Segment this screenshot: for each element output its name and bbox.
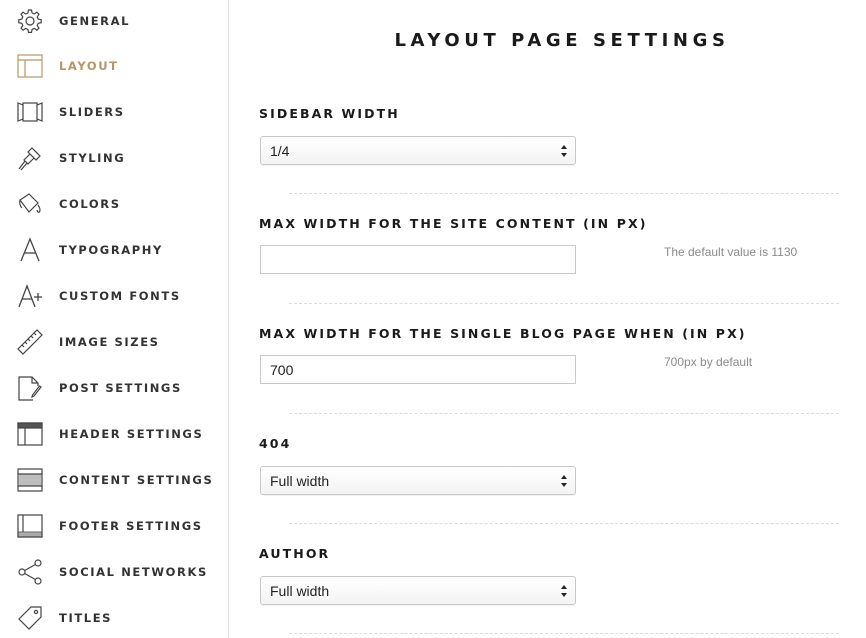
field-label: MAX WIDTH FOR THE SINGLE BLOG PAGE WHEN …: [259, 326, 747, 341]
paintbrush-icon: [16, 144, 44, 172]
divider: [289, 303, 839, 304]
divider: [289, 633, 839, 634]
sidebar-item-label: TITLES: [59, 611, 113, 625]
sidebar-item-social-networks[interactable]: SOCIAL NETWORKS: [0, 552, 228, 592]
gear-icon: [16, 7, 44, 35]
select-value: 1/4: [270, 142, 290, 159]
sidebar-item-label: SOCIAL NETWORKS: [59, 565, 208, 579]
sidebar-item-general[interactable]: GENERAL: [0, 1, 228, 41]
sidebar-item-content-settings[interactable]: CONTENT SETTINGS: [0, 460, 228, 500]
field-hint: 700px by default: [664, 355, 753, 369]
post-edit-icon: [16, 374, 44, 402]
select-value: Full width: [270, 472, 330, 489]
sidebar-item-header-settings[interactable]: HEADER SETTINGS: [0, 414, 228, 454]
ruler-icon: [16, 328, 44, 356]
settings-content: LAYOUT PAGE SETTINGS SIDEBAR WIDTH 1/4 M…: [230, 0, 866, 638]
divider: [289, 413, 839, 414]
header-layout-icon: [16, 420, 44, 448]
sidebar-item-label: STYLING: [59, 151, 126, 165]
slider-icon: [16, 98, 44, 126]
sidebar-item-custom-fonts[interactable]: CUSTOM FONTS: [0, 276, 228, 316]
sidebar-item-label: CUSTOM FONTS: [59, 289, 181, 303]
custom-font-icon: [16, 282, 44, 310]
sidebar-item-label: TYPOGRAPHY: [59, 243, 163, 257]
sidebar-item-image-sizes[interactable]: IMAGE SIZES: [0, 322, 228, 362]
sidebar-item-typography[interactable]: TYPOGRAPHY: [0, 230, 228, 270]
sidebar-item-layout[interactable]: LAYOUT: [0, 46, 228, 86]
settings-sidebar: GENERAL LAYOUT SLIDERS STYLING COLORS TY…: [0, 0, 229, 638]
sidebar-item-sliders[interactable]: SLIDERS: [0, 92, 228, 132]
divider: [289, 193, 839, 194]
tag-icon: [16, 604, 44, 632]
sidebar-item-colors[interactable]: COLORS: [0, 184, 228, 224]
field-label: AUTHOR: [259, 546, 331, 561]
sidebar-item-label: LAYOUT: [59, 59, 119, 73]
404-layout-select[interactable]: Full width: [260, 466, 576, 495]
sidebar-item-titles[interactable]: TITLES: [0, 598, 228, 638]
select-value: Full width: [270, 582, 330, 599]
sidebar-item-label: FOOTER SETTINGS: [59, 519, 203, 533]
sidebar-item-label: CONTENT SETTINGS: [59, 473, 214, 487]
typography-icon: [16, 236, 44, 264]
site-max-width-input[interactable]: [260, 245, 576, 274]
footer-layout-icon: [16, 512, 44, 540]
field-hint: The default value is 1130: [664, 245, 798, 259]
field-label: SIDEBAR WIDTH: [259, 106, 400, 121]
sidebar-width-select[interactable]: 1/4: [260, 136, 576, 165]
author-layout-select[interactable]: Full width: [260, 576, 576, 605]
sidebar-item-post-settings[interactable]: POST SETTINGS: [0, 368, 228, 408]
sidebar-item-label: HEADER SETTINGS: [59, 427, 204, 441]
sidebar-item-styling[interactable]: STYLING: [0, 138, 228, 178]
field-label: MAX WIDTH FOR THE SITE CONTENT (IN PX): [259, 216, 648, 231]
field-label: 404: [259, 436, 292, 451]
paint-bucket-icon: [16, 190, 44, 218]
select-arrows-icon: [561, 474, 567, 487]
input-value: 700: [270, 361, 294, 378]
sidebar-item-footer-settings[interactable]: FOOTER SETTINGS: [0, 506, 228, 546]
sidebar-item-label: SLIDERS: [59, 105, 125, 119]
select-arrows-icon: [561, 144, 567, 157]
divider: [289, 523, 839, 524]
share-icon: [16, 558, 44, 586]
select-arrows-icon: [561, 584, 567, 597]
sidebar-item-label: IMAGE SIZES: [59, 335, 160, 349]
sidebar-item-label: GENERAL: [59, 14, 131, 28]
layout-icon: [16, 52, 44, 80]
page-title: LAYOUT PAGE SETTINGS: [394, 30, 730, 51]
sidebar-item-label: POST SETTINGS: [59, 381, 182, 395]
sidebar-item-label: COLORS: [59, 197, 121, 211]
content-layout-icon: [16, 466, 44, 494]
blog-page-max-width-input[interactable]: 700: [260, 355, 576, 384]
